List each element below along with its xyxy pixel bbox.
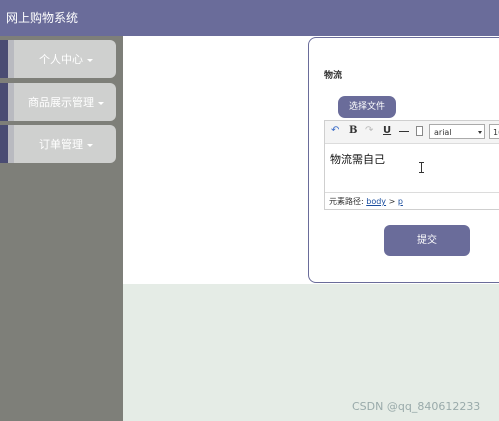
sidebar-item-personal-center[interactable]: 个人中心: [0, 40, 116, 78]
chevron-down-icon: [87, 58, 93, 62]
element-path-bar: 元素路径: body > p: [325, 192, 499, 209]
sidebar-item-order-management[interactable]: 订单管理: [0, 125, 116, 163]
horizontal-rule-icon[interactable]: [399, 131, 409, 132]
logistics-label: 物流: [324, 71, 343, 81]
sidebar: 个人中心 商品展示管理 订单管理: [0, 36, 123, 421]
page-icon[interactable]: [416, 126, 423, 136]
editor-content[interactable]: 物流需自己: [330, 151, 385, 167]
font-family-select[interactable]: arial: [429, 124, 485, 139]
path-separator: >: [388, 197, 396, 206]
sidebar-item-label: 商品展示管理: [28, 96, 94, 109]
path-p-link[interactable]: p: [398, 197, 403, 206]
path-body-link[interactable]: body: [366, 197, 386, 206]
watermark: CSDN @qq_840612233: [352, 400, 481, 413]
chevron-down-icon: [98, 101, 104, 105]
sidebar-item-label: 订单管理: [39, 138, 83, 151]
text-cursor-icon: [419, 162, 424, 173]
undo-icon[interactable]: ↶: [331, 125, 339, 136]
underline-icon[interactable]: U: [383, 125, 391, 136]
submit-button[interactable]: 提交: [384, 225, 470, 256]
chevron-down-icon: [478, 131, 482, 134]
path-prefix: 元素路径:: [329, 197, 364, 206]
chevron-down-icon: [87, 143, 93, 147]
sidebar-item-label: 个人中心: [39, 53, 83, 66]
choose-file-button[interactable]: 选择文件: [338, 96, 396, 118]
top-bar: 网上购物系统: [0, 0, 499, 36]
editor-toolbar: ↶ B ↷ U arial 16: [325, 121, 499, 144]
rich-text-editor: ↶ B ↷ U arial 16 物流需自己 元素路径: body > p: [324, 120, 499, 210]
app-title: 网上购物系统: [6, 11, 79, 25]
font-size-select[interactable]: 16: [489, 124, 499, 139]
redo-icon[interactable]: ↷: [365, 125, 373, 136]
bold-icon[interactable]: B: [349, 125, 357, 136]
sidebar-item-product-display[interactable]: 商品展示管理: [0, 83, 116, 121]
